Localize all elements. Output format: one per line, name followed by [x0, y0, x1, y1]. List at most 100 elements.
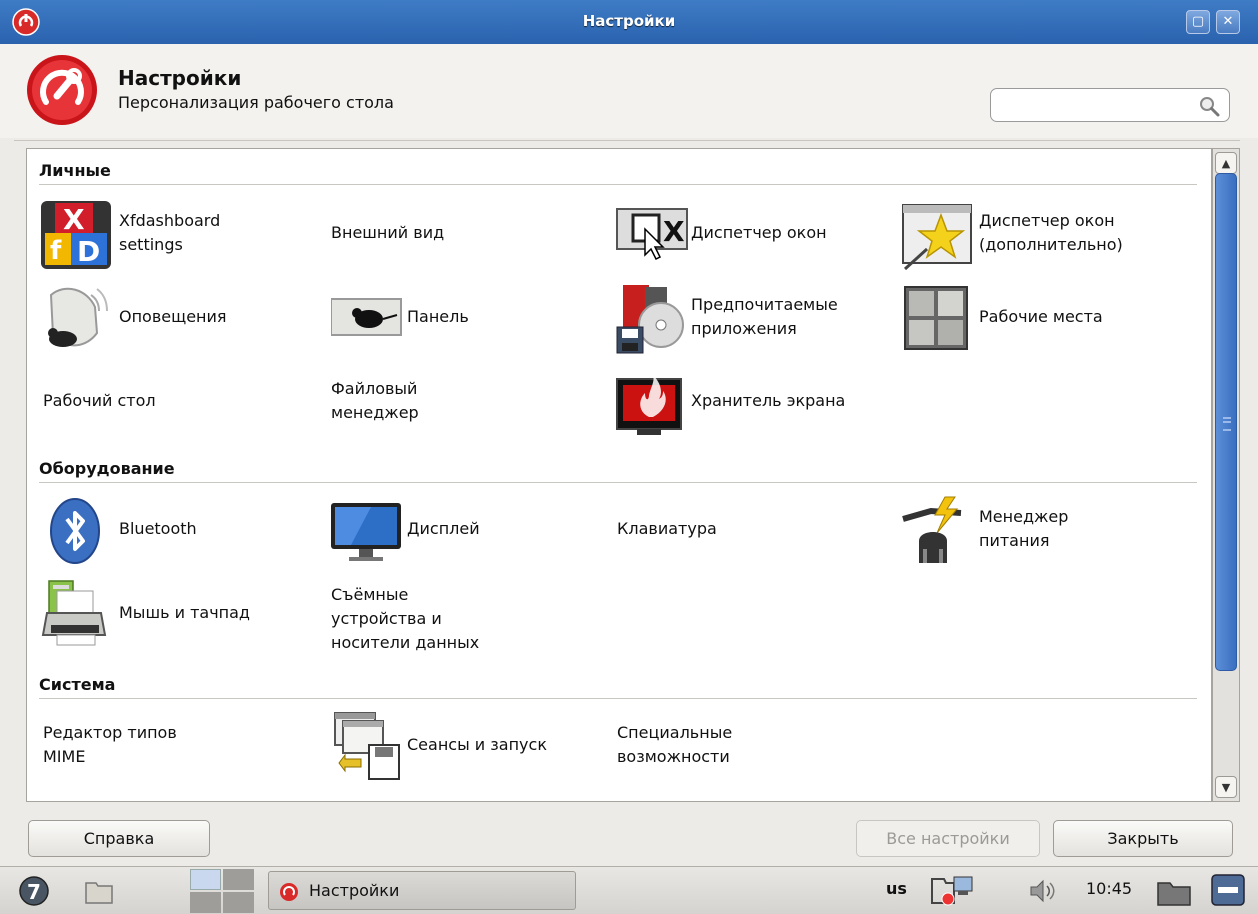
- search-box[interactable]: [990, 88, 1230, 122]
- close-window-button[interactable]: ✕: [1216, 10, 1240, 34]
- item-label: Предпочитаемые приложения: [691, 295, 838, 338]
- window-manager-icon: X: [616, 208, 688, 261]
- item-mouse-touchpad[interactable]: Мышь и тачпад: [39, 577, 309, 657]
- settings-app-icon: [27, 55, 97, 125]
- grip-icon: [1223, 417, 1231, 431]
- item-label: Менеджер питания: [979, 507, 1069, 550]
- svg-text:X: X: [63, 203, 85, 236]
- workspace-2[interactable]: [223, 869, 254, 890]
- item-label: Оповещения: [119, 307, 227, 326]
- item-sessions-startup[interactable]: Сеансы и запуск: [331, 709, 601, 789]
- vertical-scrollbar[interactable]: ▲ ▼: [1212, 148, 1240, 802]
- item-window-manager-tweaks[interactable]: Диспетчер окон (дополнительно): [901, 197, 1201, 277]
- notifications-icon: [48, 287, 108, 347]
- item-label: Bluetooth: [119, 519, 197, 538]
- header: Настройки Персонализация рабочего стола: [0, 44, 1258, 138]
- category-personal: Личные: [39, 161, 111, 180]
- sessions-icon: [334, 712, 400, 780]
- window-title: Настройки: [582, 12, 676, 30]
- task-settings-button[interactable]: Настройки: [268, 871, 576, 910]
- workspace-switcher[interactable]: [190, 869, 254, 913]
- item-label: Диспетчер окон (дополнительно): [979, 211, 1123, 254]
- network-icon[interactable]: [928, 873, 974, 907]
- search-icon[interactable]: [1197, 94, 1221, 118]
- item-label: Дисплей: [407, 519, 480, 538]
- show-desktop-icon[interactable]: [1156, 875, 1192, 907]
- panel-icon: [331, 298, 402, 336]
- workspace-4[interactable]: [223, 892, 254, 913]
- item-xfdashboard[interactable]: X f D Xfdashboard settings: [39, 197, 309, 277]
- settings-list: Личные X f D Xfdashboard settings Внешни…: [26, 148, 1212, 802]
- screensaver-icon: [616, 375, 682, 435]
- keyboard-layout-indicator[interactable]: us: [886, 879, 907, 898]
- item-label: Редактор типов MIME: [43, 723, 177, 766]
- help-button[interactable]: Справка: [28, 820, 210, 857]
- item-label: Рабочий стол: [43, 391, 156, 410]
- item-keyboard[interactable]: Клавиатура: [615, 493, 895, 573]
- clock[interactable]: 10:45: [1086, 879, 1132, 898]
- title-bar[interactable]: Настройки ▢ ✕: [0, 0, 1258, 44]
- category-divider: [39, 184, 1197, 185]
- category-divider: [39, 482, 1197, 483]
- scrollbar-thumb[interactable]: [1215, 173, 1237, 671]
- item-label: Рабочие места: [979, 307, 1103, 326]
- preferred-apps-icon: [616, 285, 684, 354]
- item-power-manager[interactable]: Менеджер питания: [901, 493, 1201, 573]
- svg-text:7: 7: [27, 880, 41, 904]
- item-mime-editor[interactable]: Редактор типов MIME: [39, 709, 309, 789]
- bluetooth-icon: [50, 498, 100, 564]
- maximize-button[interactable]: ▢: [1186, 10, 1210, 34]
- category-hardware: Оборудование: [39, 459, 175, 478]
- task-label: Настройки: [309, 881, 400, 900]
- item-label: Съёмные устройства и носители данных: [331, 585, 480, 652]
- power-manager-icon: [902, 496, 962, 563]
- display-icon: [331, 503, 401, 561]
- category-system: Система: [39, 675, 116, 694]
- taskbar: 7 Настройки us 10:45: [0, 866, 1258, 914]
- start-menu-icon[interactable]: 7: [18, 875, 50, 907]
- item-notifications[interactable]: Оповещения: [39, 281, 309, 361]
- svg-text:f: f: [50, 236, 62, 266]
- file-manager-launcher-icon[interactable]: [84, 877, 114, 905]
- item-label: Специальные возможности: [617, 723, 733, 766]
- page-subtitle: Персонализация рабочего стола: [118, 93, 394, 112]
- volume-icon[interactable]: [1028, 877, 1058, 905]
- item-panel[interactable]: Панель: [331, 281, 601, 361]
- item-desktop[interactable]: Рабочий стол: [39, 365, 309, 445]
- search-input[interactable]: [999, 94, 1193, 118]
- workspaces-icon: [904, 286, 968, 350]
- scroll-down-button[interactable]: ▼: [1215, 776, 1237, 798]
- item-workspaces[interactable]: Рабочие места: [901, 281, 1201, 361]
- item-label: Панель: [407, 307, 469, 326]
- workspace-3[interactable]: [190, 892, 221, 913]
- item-label: Мышь и тачпад: [119, 603, 250, 622]
- item-label: Диспетчер окон: [691, 223, 827, 242]
- item-file-manager[interactable]: Файловый менеджер: [331, 365, 601, 445]
- all-settings-button[interactable]: Все настройки: [856, 820, 1040, 857]
- page-title: Настройки: [118, 66, 242, 90]
- window-manager-tweaks-icon: [902, 204, 972, 271]
- item-window-manager[interactable]: X Диспетчер окон: [615, 197, 895, 277]
- item-label: Xfdashboard settings: [119, 211, 221, 254]
- settings-window: Настройки ▢ ✕ Настройки Персонализация р…: [0, 0, 1258, 866]
- item-label: Сеансы и запуск: [407, 735, 547, 754]
- item-bluetooth[interactable]: Bluetooth: [39, 493, 309, 573]
- workspace-1[interactable]: [190, 869, 221, 890]
- item-removable-drives[interactable]: Съёмные устройства и носители данных: [331, 577, 601, 657]
- item-accessibility[interactable]: Специальные возможности: [615, 709, 895, 789]
- item-display[interactable]: Дисплей: [331, 493, 601, 573]
- item-preferred-apps[interactable]: Предпочитаемые приложения: [615, 281, 895, 361]
- category-divider: [39, 698, 1197, 699]
- scroll-up-button[interactable]: ▲: [1215, 152, 1237, 174]
- logout-icon[interactable]: [1210, 873, 1246, 907]
- mouse-printer-icon: [41, 580, 107, 646]
- close-button[interactable]: Закрыть: [1053, 820, 1233, 857]
- item-label: Хранитель экрана: [691, 391, 846, 410]
- item-appearance[interactable]: Внешний вид: [331, 197, 601, 277]
- item-label: Внешний вид: [331, 223, 445, 242]
- svg-text:X: X: [663, 215, 685, 248]
- header-divider: [14, 140, 1240, 141]
- settings-task-icon: [280, 883, 298, 901]
- item-screensaver[interactable]: Хранитель экрана: [615, 365, 915, 445]
- svg-text:D: D: [77, 235, 100, 268]
